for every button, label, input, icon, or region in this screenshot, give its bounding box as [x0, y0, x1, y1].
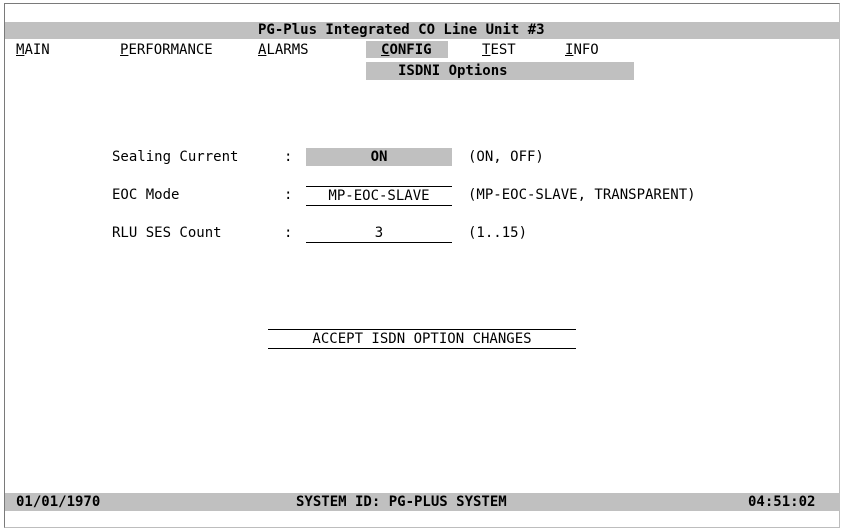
eoc-mode-field[interactable]: MP-EOC-SLAVE — [306, 186, 452, 206]
rlu-ses-count-colon: : — [284, 225, 293, 241]
sealing-current-label: Sealing Current — [112, 149, 239, 165]
menu-alarms[interactable]: ALARMS — [258, 41, 309, 59]
menu-config[interactable]: CONFIG — [381, 41, 432, 59]
menu-performance[interactable]: PERFORMANCE — [120, 41, 213, 59]
eoc-mode-colon: : — [284, 187, 293, 203]
sealing-current-options: (ON, OFF) — [468, 149, 544, 165]
page-title: PG-Plus Integrated CO Line Unit #3 — [258, 22, 545, 38]
sealing-current-field[interactable]: ON — [306, 148, 452, 166]
accept-isdn-option-changes-button[interactable]: ACCEPT ISDN OPTION CHANGES — [268, 329, 576, 349]
sealing-current-colon: : — [284, 149, 293, 165]
menu-test[interactable]: TEST — [482, 41, 516, 59]
terminal-frame — [4, 3, 840, 528]
rlu-ses-count-field[interactable]: 3 — [306, 224, 452, 243]
status-time: 04:51:02 — [748, 494, 816, 510]
menu-info[interactable]: INFO — [565, 41, 599, 59]
rlu-ses-count-options: (1..15) — [468, 225, 528, 241]
status-system-id: SYSTEM ID: PG-PLUS SYSTEM — [296, 494, 507, 510]
status-date: 01/01/1970 — [16, 494, 101, 510]
menu-main[interactable]: MAIN — [16, 41, 50, 59]
rlu-ses-count-label: RLU SES Count — [112, 225, 222, 241]
eoc-mode-options: (MP-EOC-SLAVE, TRANSPARENT) — [468, 187, 696, 203]
submenu-title: ISDNI Options — [398, 63, 508, 79]
eoc-mode-label: EOC Mode — [112, 187, 180, 203]
